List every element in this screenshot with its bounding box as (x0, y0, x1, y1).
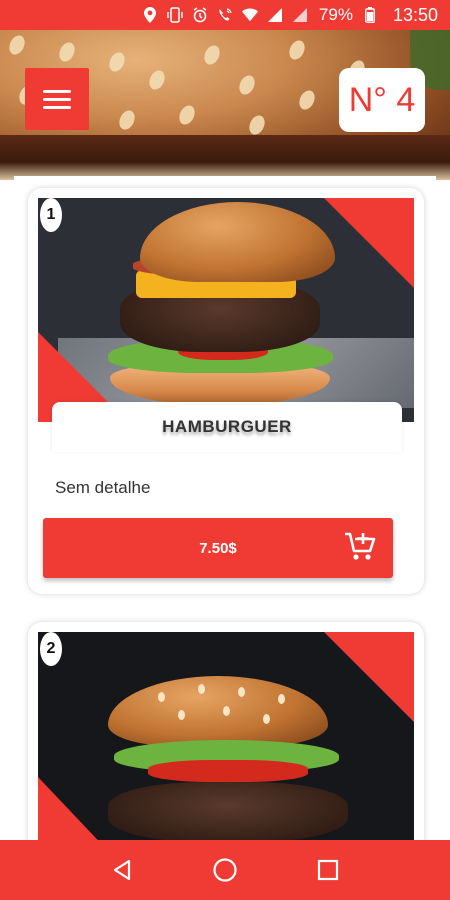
recents-square-icon[interactable] (308, 850, 348, 890)
product-card[interactable]: 2 (28, 622, 424, 840)
sesame-decor (238, 687, 245, 697)
android-nav-bar (0, 840, 450, 900)
product-detail: Sem detalhe (55, 478, 151, 497)
sesame-decor (198, 684, 205, 694)
product-index-badge: 2 (40, 632, 62, 666)
product-price: 7.50$ (199, 539, 237, 557)
add-to-cart-button[interactable]: 7.50$ (43, 518, 393, 578)
location-icon (142, 7, 158, 23)
clock: 13:50 (392, 4, 438, 25)
sesame-decor (201, 42, 223, 68)
sesame-decor (176, 102, 198, 128)
menu-bar (43, 105, 71, 109)
battery-percentage: 79% (318, 5, 353, 24)
product-index-badge: 1 (40, 198, 62, 232)
signal-icon (267, 7, 283, 23)
wifi-call-icon (217, 7, 233, 23)
corner-accent (324, 632, 414, 722)
sesame-decor (56, 39, 78, 65)
sesame-decor (278, 694, 285, 704)
add-to-cart-icon (343, 530, 377, 564)
signal-icon-2 (292, 7, 308, 23)
alarm-icon (192, 7, 208, 23)
back-triangle-icon[interactable] (102, 850, 142, 890)
order-number-badge[interactable]: N° 4 (339, 68, 425, 132)
sesame-decor (106, 49, 128, 75)
product-title: HAMBURGUER (162, 417, 292, 436)
sesame-decor (146, 67, 168, 93)
home-circle-icon[interactable] (205, 850, 245, 890)
product-image (38, 632, 414, 840)
burger-tomato (148, 760, 308, 782)
product-title-box: HAMBURGUER (52, 402, 402, 452)
sesame-decor (158, 692, 165, 702)
status-bar: 79% 13:50 (0, 0, 450, 30)
product-list[interactable]: 1 HAMBURGUER Sem detalhe 7.50$ 2 (14, 176, 436, 840)
sesame-decor (223, 706, 230, 716)
sesame-decor (263, 714, 270, 724)
burger-bun-top (140, 202, 335, 282)
menu-button[interactable] (25, 68, 89, 130)
sesame-decor (246, 112, 268, 138)
header-patty-decor (0, 135, 450, 180)
sesame-decor (296, 87, 318, 113)
burger-bun-top (108, 676, 328, 746)
vibrate-icon (167, 7, 183, 23)
hamburger-menu-icon (43, 89, 71, 93)
burger-patty (108, 782, 348, 840)
battery-icon (362, 7, 378, 23)
wifi-icon (241, 7, 258, 23)
sesame-decor (236, 72, 258, 98)
sesame-decor (6, 32, 28, 58)
product-card[interactable]: 1 HAMBURGUER Sem detalhe 7.50$ (28, 188, 424, 594)
corner-accent (324, 198, 414, 288)
sesame-decor (178, 710, 185, 720)
menu-bar (43, 97, 71, 101)
sesame-decor (286, 37, 308, 63)
sesame-decor (116, 107, 138, 133)
product-image (38, 198, 414, 422)
